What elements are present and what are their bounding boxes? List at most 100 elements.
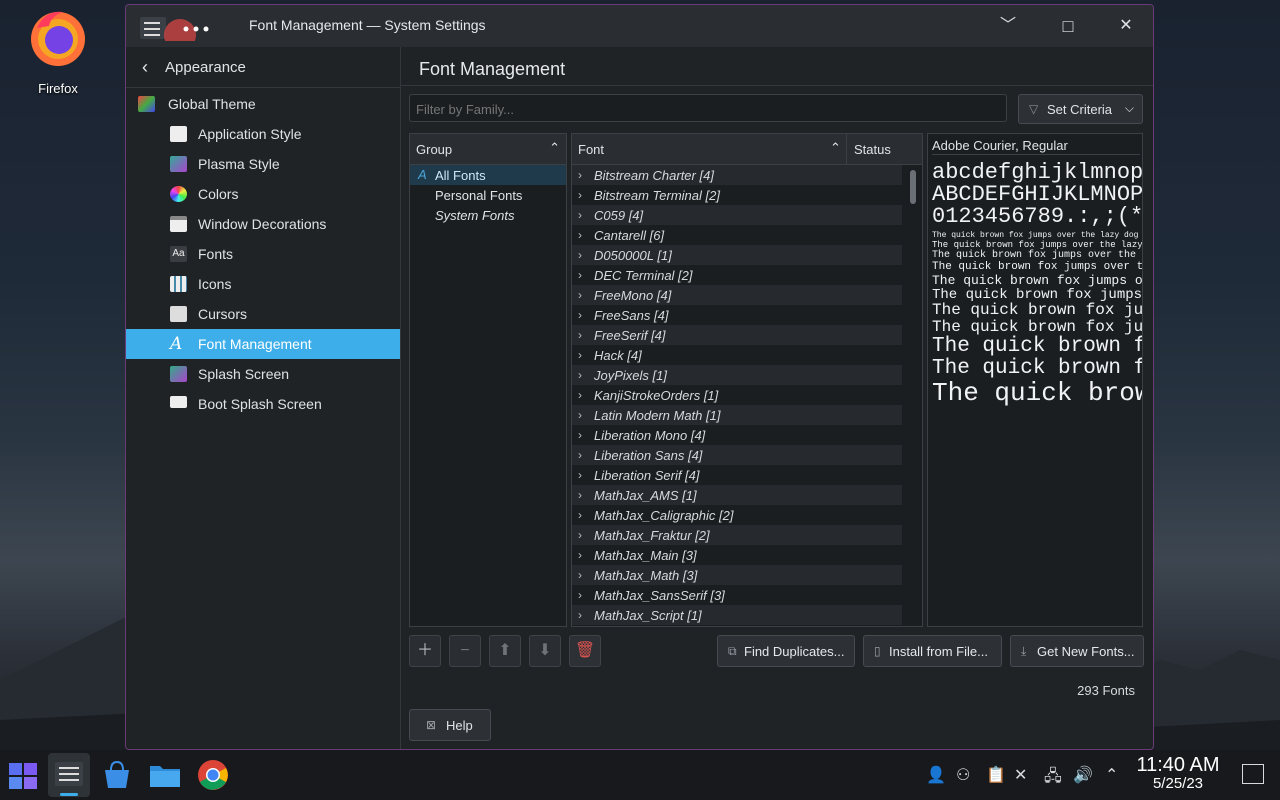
sidebar-item-icons[interactable]: Icons: [126, 269, 400, 299]
chevron-right-icon[interactable]: ›: [578, 268, 582, 282]
font-row[interactable]: › Bitstream Terminal [2]: [572, 185, 902, 205]
discover-store-icon[interactable]: [100, 758, 134, 792]
user-icon[interactable]: 👤: [926, 765, 946, 785]
get-new-fonts-button[interactable]: ⤓ Get New Fonts...: [1010, 635, 1144, 667]
add-group-button[interactable]: ＋: [409, 635, 441, 667]
sidebar-item-cursors[interactable]: Cursors: [126, 299, 400, 329]
sidebar-item-plasma-style[interactable]: Plasma Style: [126, 149, 400, 179]
chevron-right-icon[interactable]: ›: [578, 488, 582, 502]
chevron-right-icon[interactable]: ›: [578, 328, 582, 342]
clipboard-icon[interactable]: 📋: [986, 765, 1006, 785]
chevron-right-icon[interactable]: ›: [578, 168, 582, 182]
scrollbar-thumb[interactable]: [910, 170, 916, 204]
sidebar-item-global-theme[interactable]: Global Theme: [126, 89, 400, 119]
sidebar-item-window-decorations[interactable]: Window Decorations: [126, 209, 400, 239]
volume-icon[interactable]: 🔊: [1073, 765, 1093, 785]
chevron-right-icon[interactable]: ›: [578, 608, 582, 622]
chevron-right-icon[interactable]: ›: [578, 548, 582, 562]
font-row[interactable]: › MathJax_Main [3]: [572, 545, 902, 565]
show-desktop-button[interactable]: [1242, 764, 1264, 784]
font-row[interactable]: › Bitstream Charter [4]: [572, 165, 902, 185]
app-launcher-icon[interactable]: [6, 758, 40, 792]
chevron-right-icon[interactable]: ›: [578, 228, 582, 242]
chevron-right-icon[interactable]: ›: [578, 288, 582, 302]
font-row[interactable]: › Liberation Serif [4]: [572, 465, 902, 485]
font-row[interactable]: › MathJax_AMS [1]: [572, 485, 902, 505]
chevron-right-icon[interactable]: ›: [578, 428, 582, 442]
find-duplicates-button[interactable]: ⧉ Find Duplicates...: [717, 635, 855, 667]
font-row[interactable]: › KanjiStrokeOrders [1]: [572, 385, 902, 405]
chevron-right-icon[interactable]: ›: [578, 188, 582, 202]
font-row[interactable]: › MathJax_Math [3]: [572, 565, 902, 585]
chrome-icon[interactable]: [196, 758, 230, 792]
font-column-header[interactable]: Font: [578, 142, 604, 157]
group-header[interactable]: Group ⌃: [410, 134, 566, 165]
font-row[interactable]: › FreeSans [4]: [572, 305, 902, 325]
sidebar-item-boot-splash-screen[interactable]: Boot Splash Screen: [126, 389, 400, 419]
sidebar-item-font-management[interactable]: A Font Management: [126, 329, 400, 359]
network-icon[interactable]: 🖧: [1044, 765, 1062, 792]
chevron-right-icon[interactable]: ›: [578, 528, 582, 542]
task-system-settings[interactable]: [48, 753, 90, 797]
desktop-firefox[interactable]: Firefox: [18, 6, 98, 96]
font-row[interactable]: › Latin Modern Math [1]: [572, 405, 902, 425]
font-row[interactable]: › JoyPixels [1]: [572, 365, 902, 385]
chevron-right-icon[interactable]: ›: [578, 208, 582, 222]
font-row[interactable]: › MathJax_Fraktur [2]: [572, 525, 902, 545]
maximize-button[interactable]: □: [1057, 15, 1079, 37]
set-criteria-button[interactable]: ▽ Set Criteria ⌵: [1018, 94, 1143, 124]
group-item-system-fonts[interactable]: System Fonts: [410, 205, 566, 225]
font-row[interactable]: › FreeSerif [4]: [572, 325, 902, 345]
file-manager-icon[interactable]: [148, 758, 182, 792]
install-from-file-button[interactable]: ▯ Install from File...: [863, 635, 1002, 667]
close-button[interactable]: ✕: [1115, 15, 1137, 37]
font-row[interactable]: › C059 [4]: [572, 205, 902, 225]
sidebar-item-application-style[interactable]: Application Style: [126, 119, 400, 149]
font-row[interactable]: › FreeMono [4]: [572, 285, 902, 305]
font-row[interactable]: › Liberation Mono [4]: [572, 425, 902, 445]
remove-group-button[interactable]: −: [449, 635, 481, 667]
sidebar-item-fonts[interactable]: Aa Fonts: [126, 239, 400, 269]
chevron-right-icon[interactable]: ›: [578, 508, 582, 522]
status-column-header[interactable]: Status: [854, 142, 891, 157]
font-row[interactable]: › MathJax_Script [1]: [572, 605, 902, 625]
font-row[interactable]: › Liberation Sans [4]: [572, 445, 902, 465]
chevron-right-icon[interactable]: ›: [578, 408, 582, 422]
sidebar-item-splash-screen[interactable]: Splash Screen: [126, 359, 400, 389]
font-row[interactable]: › Hack [4]: [572, 345, 902, 365]
chevron-right-icon[interactable]: ›: [578, 348, 582, 362]
sidebar-item-label: Font Management: [198, 336, 312, 352]
font-row[interactable]: › Cantarell [6]: [572, 225, 902, 245]
chevron-right-icon[interactable]: ›: [578, 308, 582, 322]
account-switch-icon[interactable]: ⚇: [956, 765, 970, 785]
disable-group-button[interactable]: ⬇: [529, 635, 561, 667]
font-list-scrollbar[interactable]: [910, 170, 918, 590]
group-item-personal-fonts[interactable]: Personal Fonts: [410, 185, 566, 205]
chevron-right-icon[interactable]: ›: [578, 468, 582, 482]
group-item-all-fonts[interactable]: A All Fonts: [410, 165, 566, 185]
sidebar-item-colors[interactable]: Colors: [126, 179, 400, 209]
font-row[interactable]: › MathJax_SansSerif [3]: [572, 585, 902, 605]
chevron-up-icon[interactable]: ⌃: [1105, 765, 1118, 785]
font-management-icon: A: [170, 334, 183, 354]
mute-icon[interactable]: ✕: [1014, 765, 1027, 785]
font-row[interactable]: › D050000L [1]: [572, 245, 902, 265]
font-row[interactable]: › DEC Terminal [2]: [572, 265, 902, 285]
help-button[interactable]: ⊠ Help: [409, 709, 491, 741]
filter-input[interactable]: [410, 95, 978, 123]
chevron-right-icon[interactable]: ›: [578, 388, 582, 402]
font-management-panel: Font Management ▽ Set Criteria ⌵ Group ⌃…: [401, 47, 1153, 749]
chevron-right-icon[interactable]: ›: [578, 588, 582, 602]
chevron-right-icon[interactable]: ›: [578, 448, 582, 462]
font-row[interactable]: › MathJax_Caligraphic [2]: [572, 505, 902, 525]
filter-field[interactable]: [409, 94, 1007, 123]
delete-font-button[interactable]: 🗑: [569, 635, 601, 667]
chevron-right-icon[interactable]: ›: [578, 248, 582, 262]
sidebar-back[interactable]: ‹ Appearance: [126, 47, 400, 88]
chevron-right-icon[interactable]: ›: [578, 368, 582, 382]
titlebar[interactable]: Font Management — System Settings ﹀ □ ✕: [126, 5, 1153, 47]
clock[interactable]: 11:40 AM 5/25/23: [1130, 754, 1226, 792]
minimize-button[interactable]: ﹀: [997, 15, 1019, 37]
chevron-right-icon[interactable]: ›: [578, 568, 582, 582]
enable-group-button[interactable]: ⬆: [489, 635, 521, 667]
